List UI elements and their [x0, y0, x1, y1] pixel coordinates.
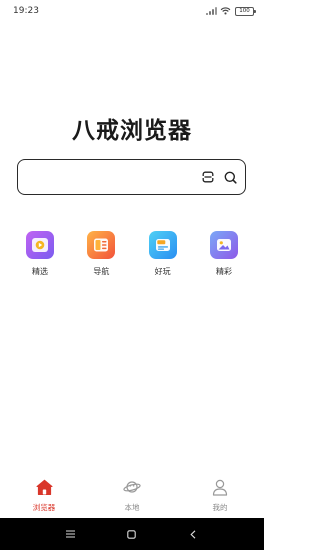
new-game-icon [148, 231, 177, 259]
tab-label: 浏览器 [32, 503, 56, 512]
user-icon [211, 478, 229, 496]
picture-gallery-icon [209, 231, 238, 259]
bottom-tab-bar: 浏览器 本地 我的 [0, 478, 264, 518]
home-button-icon[interactable] [122, 524, 142, 544]
tab-label: 我的 [212, 503, 228, 512]
system-nav-bar [0, 518, 264, 550]
search-icon[interactable] [223, 170, 237, 184]
back-icon[interactable] [183, 524, 203, 544]
wifi-icon [220, 7, 231, 15]
quick-link-label: 好玩 [154, 267, 171, 276]
home-icon [35, 478, 53, 496]
quick-link-navigation[interactable]: 导航 [86, 231, 116, 277]
quick-link-label: 精彩 [215, 267, 232, 276]
navigation-icon [87, 231, 116, 259]
tab-label: 本地 [124, 503, 140, 512]
quick-link-featured[interactable]: 精选 [25, 231, 55, 277]
battery-indicator: 100 [235, 6, 256, 16]
status-icons: 100 [206, 6, 256, 16]
tab-browser[interactable]: 浏览器 [19, 478, 69, 513]
quick-link-label: 精选 [32, 267, 48, 276]
search-bar[interactable] [17, 159, 246, 195]
tab-mine[interactable]: 我的 [195, 478, 245, 513]
signal-icon [206, 7, 217, 15]
quick-link-fun[interactable]: 好玩 [148, 231, 178, 277]
quick-link-wonderful[interactable]: 精彩 [209, 231, 239, 277]
status-bar: 19:23 100 [0, 0, 264, 22]
play-video-icon [26, 231, 54, 259]
quick-links: 精选 导航 好玩 精彩 [0, 231, 264, 277]
menu-icon[interactable] [61, 524, 81, 544]
app-title: 八戒浏览器 [72, 118, 192, 144]
status-time: 19:23 [13, 6, 39, 16]
scan-icon[interactable] [201, 170, 215, 184]
quick-link-label: 导航 [93, 267, 110, 276]
search-input[interactable] [26, 167, 196, 189]
planet-icon [123, 478, 141, 496]
tab-local[interactable]: 本地 [107, 478, 157, 513]
